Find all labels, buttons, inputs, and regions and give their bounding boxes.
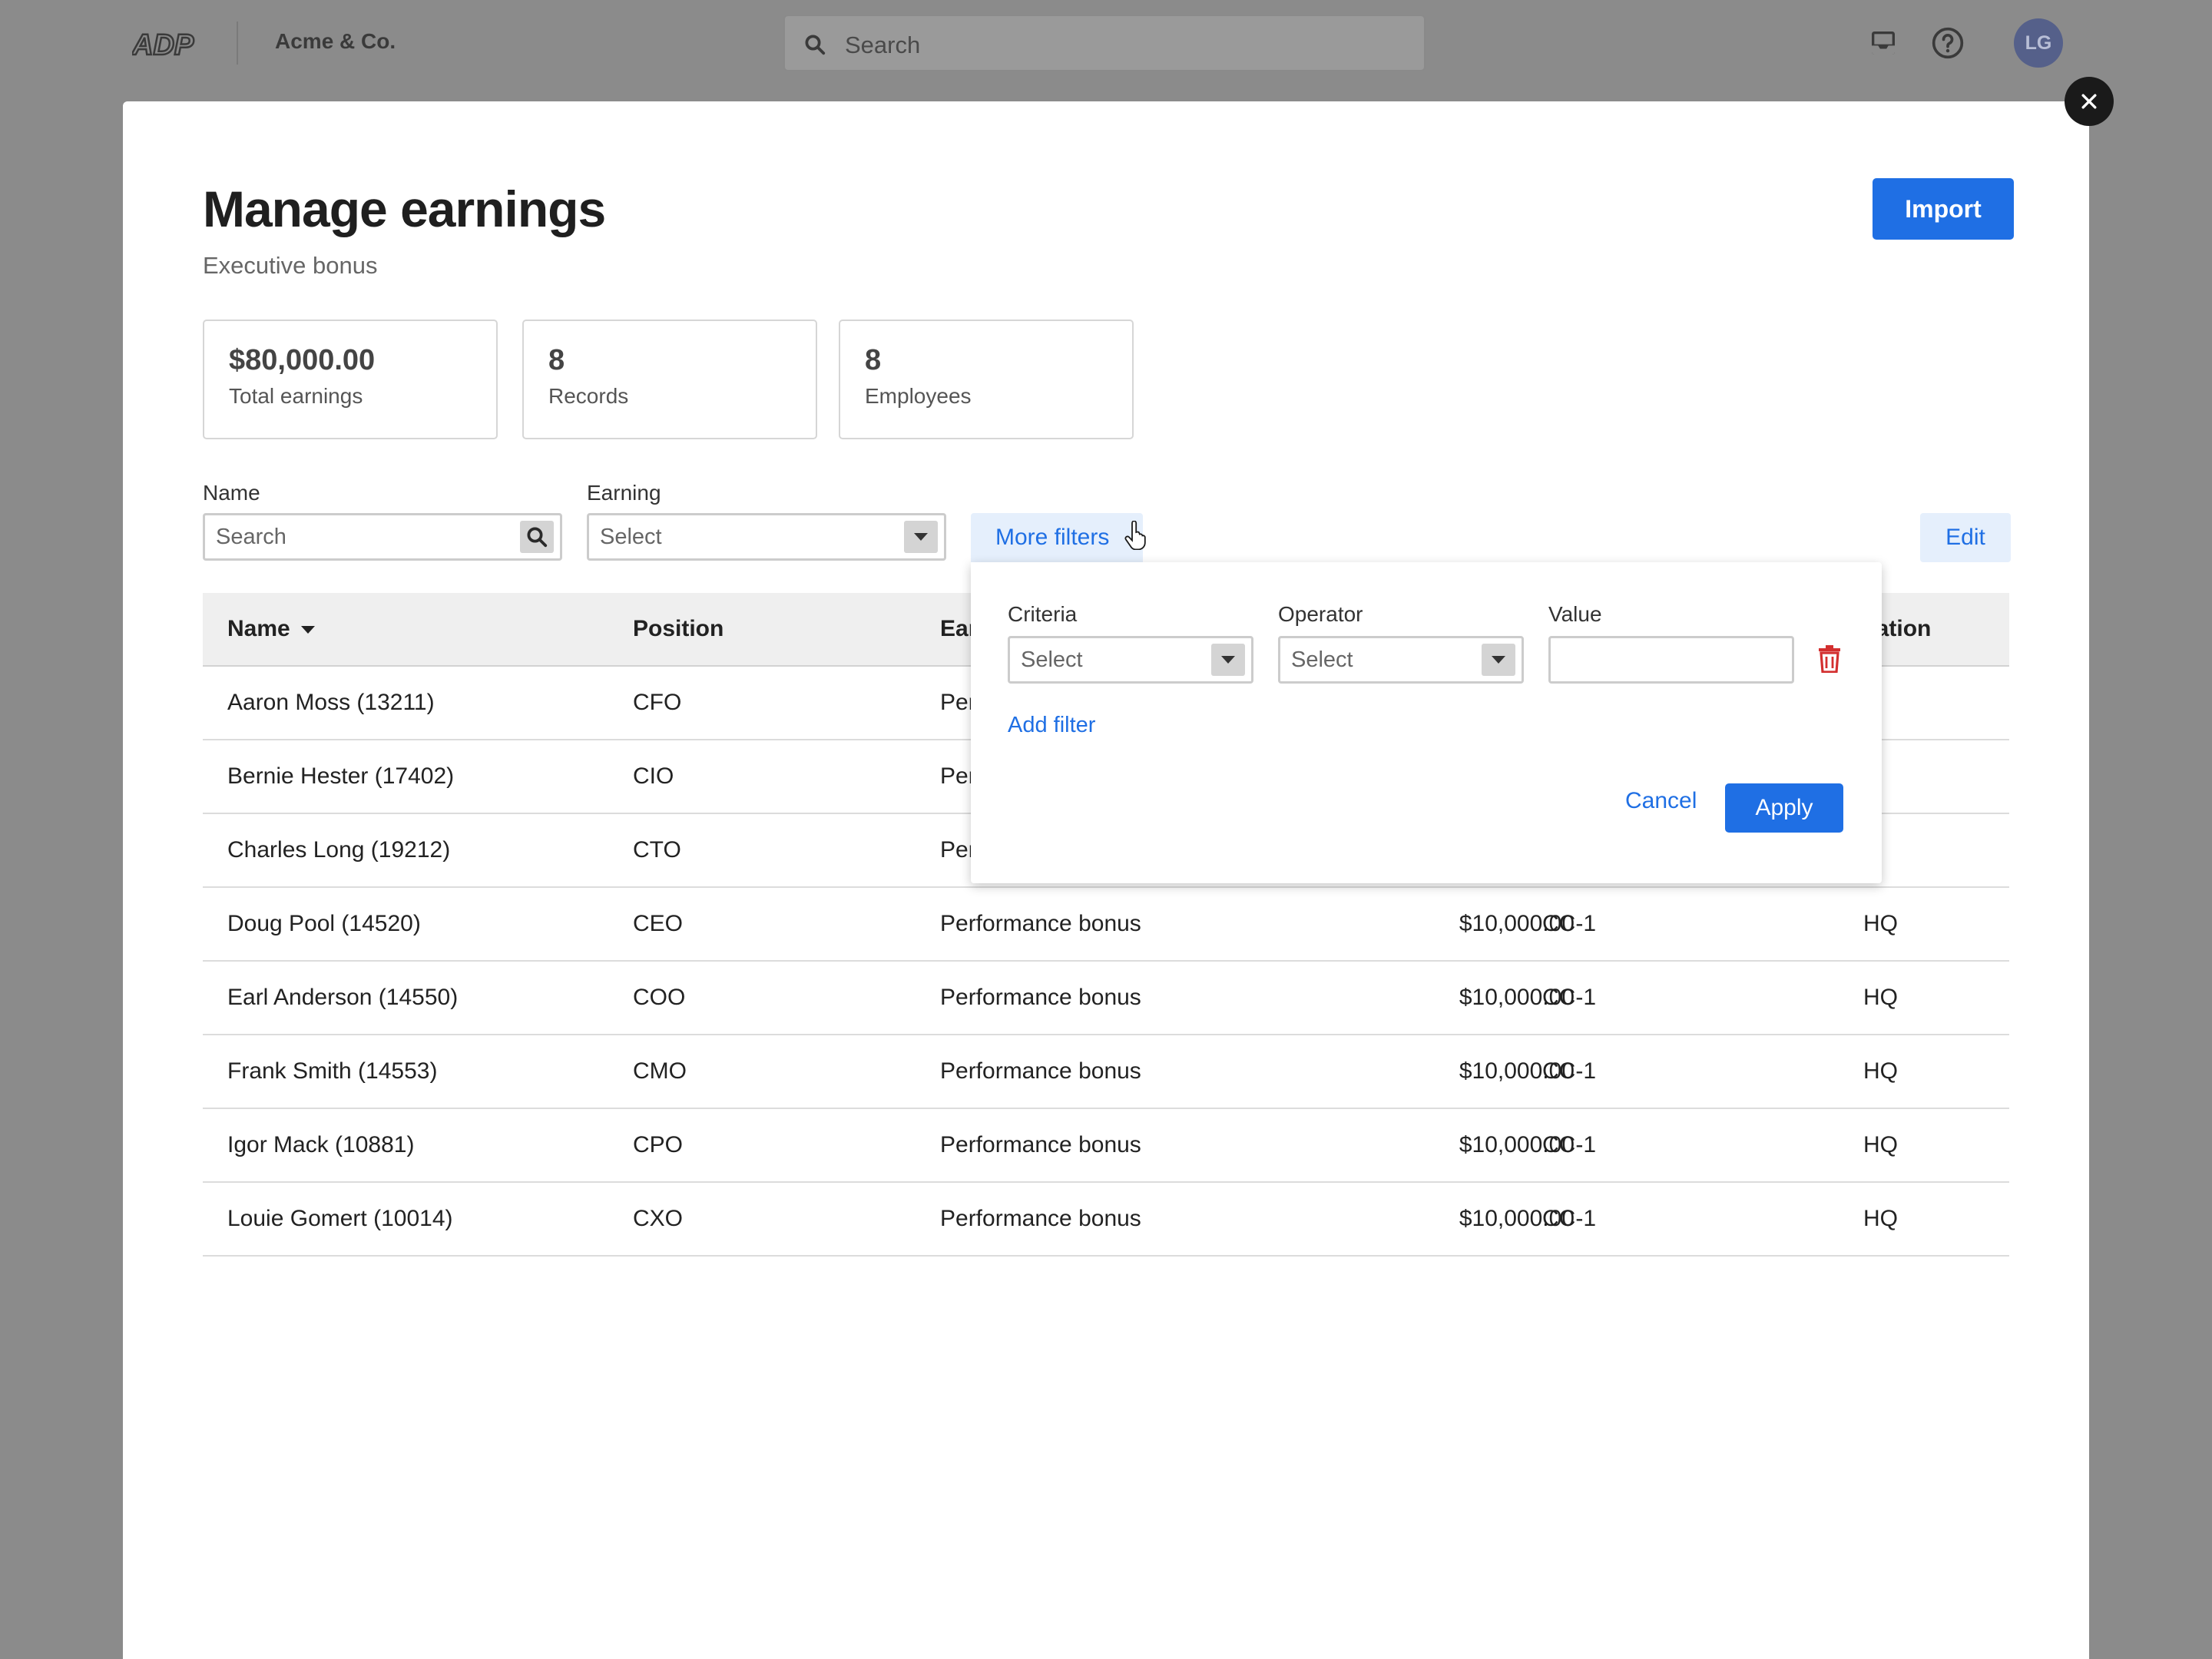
cell-amount: $10,000.00 (1459, 1058, 1575, 1084)
table-row[interactable]: Doug Pool (14520) CEO Performance bonus $10… (203, 888, 2009, 962)
cell-location: HQ (1863, 911, 1898, 936)
stat-label: Employees (865, 384, 972, 408)
cell-position: COO (633, 985, 686, 1010)
cell-cost-center: CC-1 (1542, 911, 1597, 936)
stat-value: 8 (865, 344, 882, 376)
global-search-input[interactable]: Search (783, 15, 1426, 71)
cell-amount: $10,000.00 (1459, 1206, 1575, 1231)
cell-name: Charles Long (19212) (227, 837, 451, 863)
stat-total-earnings: $80,000.00 Total earnings (203, 320, 498, 439)
search-icon[interactable] (520, 521, 554, 553)
stat-value: $80,000.00 (229, 344, 376, 376)
page-title: Manage earnings (203, 180, 606, 237)
name-filter-label: Name (203, 481, 260, 505)
criteria-select[interactable]: Select (1008, 636, 1253, 684)
stat-value: 8 (548, 344, 565, 376)
cell-position: CEO (633, 911, 684, 936)
global-search-placeholder: Search (845, 31, 921, 58)
cell-position: CMO (633, 1058, 687, 1084)
help-icon[interactable] (1931, 26, 1965, 60)
table-row[interactable]: Louie Gomert (10014) CXO Performance bonus… (203, 1183, 2009, 1257)
table-row[interactable]: Igor Mack (10881) CPO Performance bonus $10… (203, 1109, 2009, 1183)
chevron-down-icon (1482, 644, 1515, 676)
cell-cost-center: CC-1 (1542, 985, 1597, 1010)
column-header-label: Name (227, 616, 290, 641)
cell-cost-center: CC-1 (1542, 1206, 1597, 1231)
table-row[interactable]: Frank Smith (14553) CMO Performance bonus $… (203, 1035, 2009, 1109)
cell-position: CXO (633, 1206, 684, 1231)
stat-employees: 8 Employees (839, 320, 1134, 439)
page-subtitle: Executive bonus (203, 252, 378, 279)
cell-position: CTO (633, 837, 681, 863)
search-icon (803, 33, 826, 56)
cell-amount: $10,000.00 (1459, 911, 1575, 936)
cell-cost-center: CC-1 (1542, 1132, 1597, 1157)
cell-position: CPO (633, 1132, 684, 1157)
operator-select[interactable]: Select (1278, 636, 1524, 684)
apply-button[interactable]: Apply (1725, 783, 1843, 833)
cell-name: Aaron Moss (13211) (227, 690, 435, 715)
sort-desc-icon (300, 626, 315, 634)
cell-name: Louie Gomert (10014) (227, 1206, 453, 1231)
cell-earning: Performance bonus (940, 1206, 1141, 1231)
chevron-down-icon (904, 521, 938, 553)
add-filter-link[interactable]: Add filter (1008, 713, 1095, 738)
header-divider (237, 22, 238, 65)
criteria-label: Criteria (1008, 602, 1078, 626)
stat-records: 8 Records (522, 320, 817, 439)
cell-name: Doug Pool (14520) (227, 911, 421, 936)
cell-amount: $10,000.00 (1459, 1132, 1575, 1157)
edit-button[interactable]: Edit (1920, 513, 2011, 562)
value-label: Value (1548, 602, 1602, 626)
cell-earning: Performance bonus (940, 985, 1141, 1010)
user-avatar[interactable]: LG (2014, 18, 2063, 68)
cell-amount: $10,000.00 (1459, 985, 1575, 1010)
cell-location: HQ (1863, 1058, 1898, 1084)
name-search-input[interactable]: Search (203, 513, 562, 561)
table-row[interactable]: Earl Anderson (14550) COO Performance bonu… (203, 962, 2009, 1035)
operator-label: Operator (1278, 602, 1363, 626)
cell-location: HQ (1863, 1132, 1898, 1157)
stat-label: Records (548, 384, 629, 408)
earning-select-placeholder: Select (600, 525, 662, 549)
cell-earning: Performance bonus (940, 1132, 1141, 1157)
operator-select-placeholder: Select (1291, 647, 1353, 672)
stat-label: Total earnings (229, 384, 363, 408)
cell-earning: Performance bonus (940, 1058, 1141, 1084)
cancel-button[interactable]: Cancel (1625, 788, 1697, 814)
chevron-down-icon (1211, 644, 1245, 676)
company-name: Acme & Co. (275, 29, 396, 53)
manage-earnings-modal: Manage earnings Executive bonus Import $… (123, 101, 2089, 1659)
trash-icon[interactable] (1817, 645, 1842, 673)
app-header: ADP Acme & Co. Search LG (0, 0, 2212, 86)
close-modal-button[interactable] (2065, 77, 2114, 126)
cell-earning: Performance bonus (940, 911, 1141, 936)
cell-position: CIO (633, 763, 674, 789)
column-header-position[interactable]: Position (633, 616, 724, 642)
column-header-name[interactable]: Name (227, 616, 315, 642)
adp-logo-text: ADP (132, 29, 194, 58)
earning-select[interactable]: Select (587, 513, 946, 561)
cell-location: HQ (1863, 985, 1898, 1010)
value-input[interactable] (1548, 636, 1794, 684)
import-button[interactable]: Import (1873, 178, 2014, 240)
close-icon (2079, 91, 2099, 111)
cell-name: Frank Smith (14553) (227, 1058, 438, 1084)
adp-logo[interactable]: ADP (132, 29, 201, 58)
cell-name: Bernie Hester (17402) (227, 763, 455, 789)
name-search-placeholder: Search (216, 525, 286, 549)
cell-location: HQ (1863, 1206, 1898, 1231)
pointer-cursor-icon (1124, 521, 1147, 550)
cell-cost-center: CC-1 (1542, 1058, 1597, 1084)
cell-position: CFO (633, 690, 682, 715)
more-filters-button[interactable]: More filters (971, 513, 1143, 562)
cell-name: Earl Anderson (14550) (227, 985, 459, 1010)
earning-filter-label: Earning (587, 481, 661, 505)
criteria-select-placeholder: Select (1021, 647, 1083, 672)
cell-name: Igor Mack (10881) (227, 1132, 415, 1157)
inbox-icon[interactable] (1868, 28, 1899, 58)
more-filters-popover: Criteria Select Operator Select Value Ad… (971, 562, 1882, 883)
